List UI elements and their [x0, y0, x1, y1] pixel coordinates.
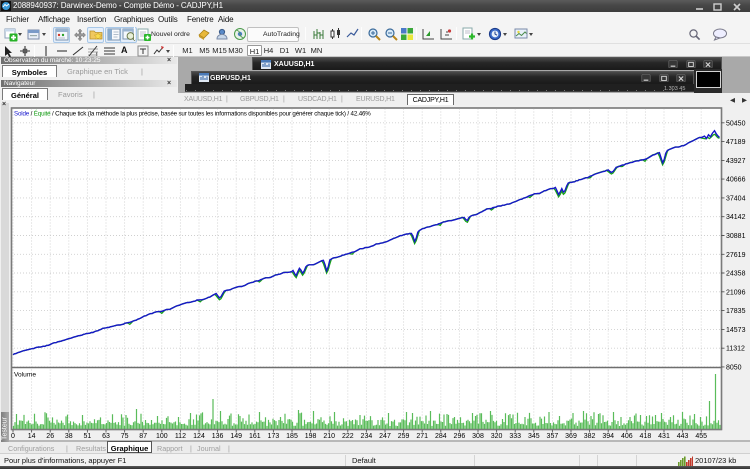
- svg-text:259: 259: [398, 433, 410, 440]
- svg-text:Solde / Équité / Chaque tick (: Solde / Équité / Chaque tick (la méthode…: [14, 111, 371, 118]
- svg-text:100: 100: [156, 433, 168, 440]
- svg-text:431: 431: [658, 433, 670, 440]
- svg-text:149: 149: [230, 433, 242, 440]
- svg-text:296: 296: [454, 433, 466, 440]
- svg-text:26: 26: [46, 433, 54, 440]
- svg-text:271: 271: [416, 433, 428, 440]
- svg-text:21096: 21096: [726, 289, 746, 296]
- svg-text:14573: 14573: [726, 327, 746, 334]
- svg-text:Volume: Volume: [14, 372, 36, 379]
- svg-text:112: 112: [175, 433, 186, 440]
- svg-text:27619: 27619: [726, 252, 746, 259]
- svg-text:173: 173: [268, 433, 280, 440]
- svg-text:210: 210: [323, 433, 335, 440]
- svg-text:198: 198: [305, 433, 317, 440]
- svg-text:124: 124: [193, 433, 205, 440]
- svg-text:24358: 24358: [726, 271, 746, 278]
- svg-text:30881: 30881: [726, 233, 746, 240]
- svg-text:369: 369: [565, 433, 577, 440]
- svg-text:284: 284: [435, 433, 447, 440]
- svg-text:333: 333: [509, 433, 521, 440]
- svg-text:345: 345: [528, 433, 540, 440]
- svg-text:382: 382: [584, 433, 596, 440]
- svg-text:43927: 43927: [726, 158, 746, 165]
- svg-text:161: 161: [249, 433, 261, 440]
- svg-text:47189: 47189: [726, 139, 746, 146]
- svg-text:394: 394: [602, 433, 614, 440]
- svg-text:455: 455: [695, 433, 707, 440]
- svg-text:247: 247: [379, 433, 391, 440]
- svg-text:443: 443: [677, 433, 689, 440]
- svg-text:38: 38: [65, 433, 73, 440]
- svg-text:87: 87: [139, 433, 147, 440]
- svg-text:406: 406: [621, 433, 633, 440]
- svg-text:14: 14: [28, 433, 36, 440]
- svg-text:8050: 8050: [726, 364, 742, 371]
- svg-text:37404: 37404: [726, 195, 746, 202]
- svg-text:222: 222: [342, 433, 354, 440]
- svg-text:234: 234: [361, 433, 373, 440]
- svg-text:75: 75: [121, 433, 129, 440]
- svg-text:185: 185: [286, 433, 298, 440]
- svg-text:63: 63: [102, 433, 110, 440]
- svg-text:11312: 11312: [726, 346, 745, 353]
- svg-text:136: 136: [212, 433, 224, 440]
- svg-text:418: 418: [640, 433, 652, 440]
- svg-text:17835: 17835: [726, 308, 746, 315]
- svg-text:320: 320: [491, 433, 503, 440]
- svg-text:50450: 50450: [726, 120, 746, 127]
- svg-text:40666: 40666: [726, 177, 746, 184]
- svg-text:357: 357: [547, 433, 559, 440]
- svg-text:308: 308: [472, 433, 484, 440]
- svg-text:34142: 34142: [726, 214, 746, 221]
- svg-text:0: 0: [11, 433, 15, 440]
- svg-text:51: 51: [84, 433, 92, 440]
